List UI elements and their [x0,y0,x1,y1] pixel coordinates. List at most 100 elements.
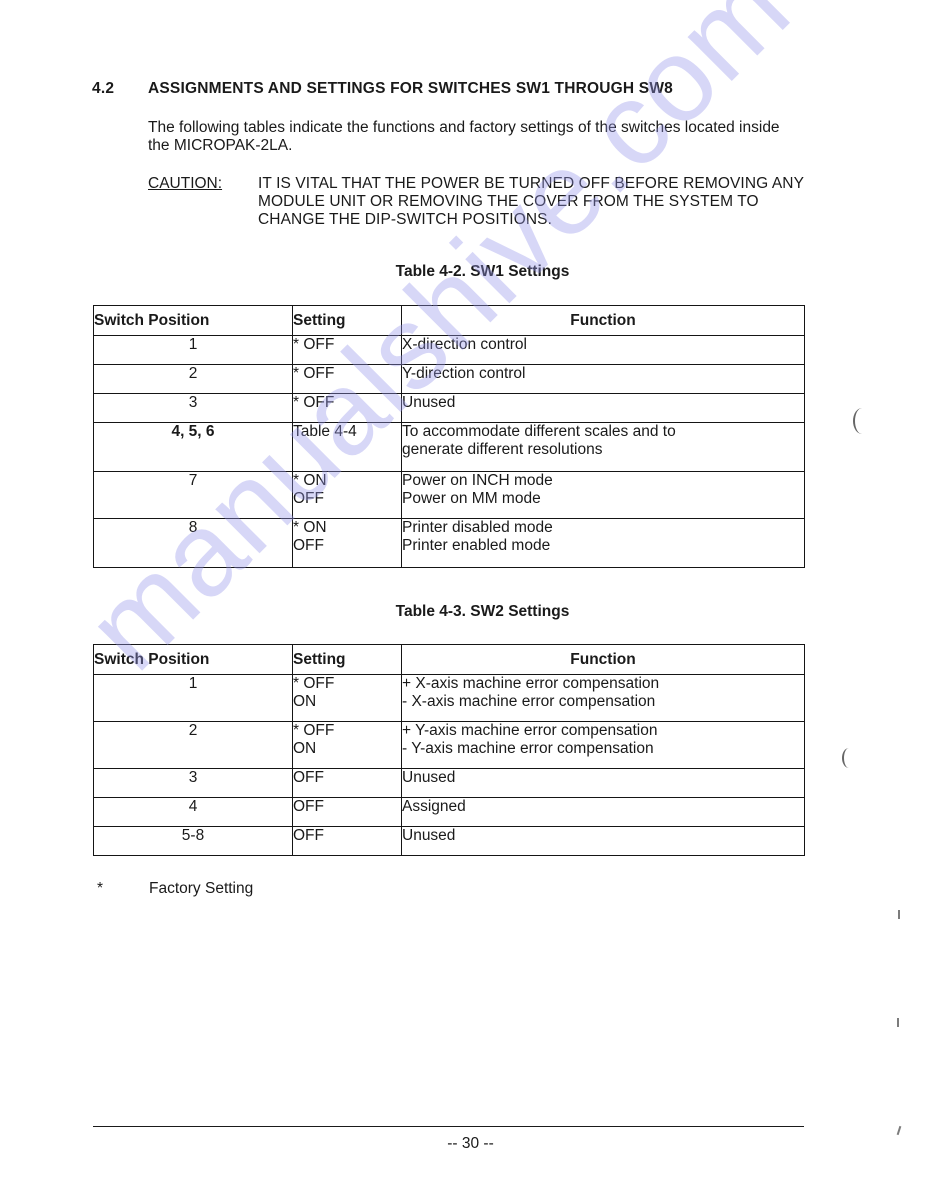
footnote-asterisk: * [97,880,104,897]
cell-setting: Table 4-4 [292,422,402,472]
cell-position: 1 [93,335,293,365]
table-caption-sw1: Table 4-2. SW1 Settings [395,263,570,280]
setting-line: OFF [293,798,324,815]
table-row: 2 * OFF Y-direction control [93,364,805,394]
cell-position: 3 [93,768,293,798]
function-line: Unused [402,394,456,411]
cell-position: 2 [93,364,293,394]
cell-setting: * ON OFF [292,518,402,568]
cell-function: To accommodate different scales and to g… [401,422,805,472]
cell-function: Y-direction control [401,364,805,394]
cell-function: Unused [401,826,805,856]
document-page: 4.2 ASSIGNMENTS AND SETTINGS FOR SWITCHE… [0,0,933,1198]
header-setting: Setting [292,305,402,336]
setting-line: ON [293,740,317,757]
section-number: 4.2 [92,80,115,97]
cell-position: 1 [93,674,293,722]
cell-position: 3 [93,393,293,423]
table-caption-sw2: Table 4-3. SW2 Settings [395,603,570,620]
scan-mark [896,1125,902,1136]
scan-mark [898,910,900,919]
table-row: 5-8 OFF Unused [93,826,805,856]
section-title: ASSIGNMENTS AND SETTINGS FOR SWITCHES SW… [148,80,673,97]
table-header-row: Switch Position Setting Function [93,644,805,675]
cell-setting: * OFF [292,393,402,423]
setting-line: OFF [293,490,324,507]
setting-line: OFF [293,827,324,844]
function-line: Unused [402,769,456,786]
table-row: 3 OFF Unused [93,768,805,798]
cell-setting: * OFF ON [292,674,402,722]
setting-line: * OFF [293,675,335,692]
header-function: Function [401,305,805,336]
setting-line: * ON [293,519,327,536]
function-line: Printer enabled mode [402,537,551,554]
cell-position: 4 [93,797,293,827]
table-row: 1 * OFF X-direction control [93,335,805,365]
table-row: 8 * ON OFF Printer disabled mode Printer… [93,518,805,568]
setting-line: OFF [293,769,324,786]
caution-text: IT IS VITAL THAT THE POWER BE TURNED OFF… [258,175,804,228]
setting-line: * OFF [293,365,335,382]
setting-line: * OFF [293,722,335,739]
cell-position: 4, 5, 6 [93,422,293,472]
setting-line: ON [293,693,317,710]
function-line: Printer disabled mode [402,519,553,536]
cell-function: Unused [401,393,805,423]
function-line: - X-axis machine error compensation [402,693,656,710]
function-line: X-direction control [402,336,527,353]
setting-line: * ON [293,472,327,489]
function-line: Unused [402,827,456,844]
function-line: Power on INCH mode [402,472,553,489]
setting-line: OFF [293,537,324,554]
cell-position: 7 [93,471,293,519]
table-row: 7 * ON OFF Power on INCH mode Power on M… [93,471,805,519]
header-switch-position: Switch Position [93,644,293,675]
cell-position: 8 [93,518,293,568]
setting-line: * OFF [293,336,335,353]
function-line: Assigned [402,798,466,815]
table-row: 2 * OFF ON + Y-axis machine error compen… [93,721,805,769]
cell-function: Assigned [401,797,805,827]
cell-setting: * OFF [292,364,402,394]
table-header-row: Switch Position Setting Function [93,305,805,336]
cell-function: X-direction control [401,335,805,365]
cell-function: Unused [401,768,805,798]
header-setting: Setting [292,644,402,675]
function-line: generate different resolutions [402,441,603,458]
scan-mark [897,1018,899,1027]
caution-label: CAUTION: [148,175,223,192]
function-line: Power on MM mode [402,490,541,507]
sw2-settings-table: Switch Position Setting Function 1 * OFF… [93,644,805,856]
cell-setting: OFF [292,768,402,798]
footer-divider [93,1126,804,1127]
page-number: -- 30 -- [447,1135,494,1152]
cell-function: Printer disabled mode Printer enabled mo… [401,518,805,568]
footnote-text: Factory Setting [149,880,254,897]
punch-hole-mark [842,748,856,768]
header-switch-position: Switch Position [93,305,293,336]
table-row: 3 * OFF Unused [93,393,805,423]
cell-setting: * OFF [292,335,402,365]
table-row: 1 * OFF ON + X-axis machine error compen… [93,674,805,722]
punch-hole-mark [853,408,871,434]
sw1-settings-table: Switch Position Setting Function 1 * OFF… [93,305,805,568]
cell-setting: * OFF ON [292,721,402,769]
cell-setting: OFF [292,826,402,856]
intro-paragraph: The following tables indicate the functi… [148,119,780,154]
function-line: - Y-axis machine error compensation [402,740,654,757]
table-row: 4 OFF Assigned [93,797,805,827]
setting-line: Table 4-4 [293,423,357,440]
cell-function: + X-axis machine error compensation - X-… [401,674,805,722]
cell-position: 5-8 [93,826,293,856]
function-line: Y-direction control [402,365,526,382]
cell-function: Power on INCH mode Power on MM mode [401,471,805,519]
cell-position: 2 [93,721,293,769]
cell-setting: * ON OFF [292,471,402,519]
function-line: + X-axis machine error compensation [402,675,660,692]
cell-setting: OFF [292,797,402,827]
setting-line: * OFF [293,394,335,411]
cell-function: + Y-axis machine error compensation - Y-… [401,721,805,769]
function-line: To accommodate different scales and to [402,423,676,440]
header-function: Function [401,644,805,675]
